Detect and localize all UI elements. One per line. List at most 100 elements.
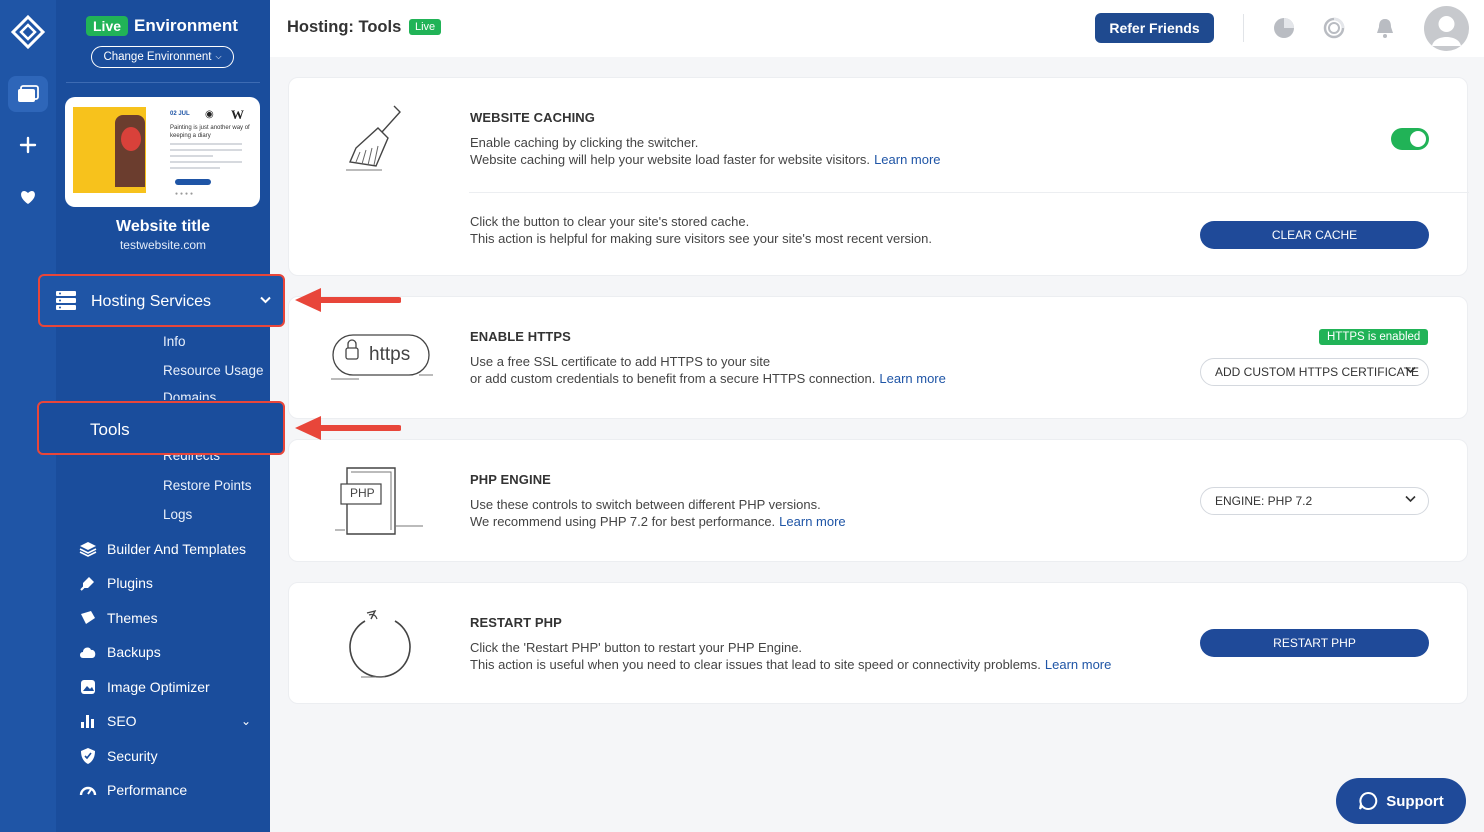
thumbnail-figure	[115, 115, 145, 187]
learn-more-link[interactable]: Learn more	[874, 152, 940, 167]
clear-cache-button[interactable]: CLEAR CACHE	[1200, 221, 1429, 249]
logo-icon[interactable]	[10, 14, 46, 50]
tools-label: Tools	[90, 420, 130, 439]
sidebar-item-builder[interactable]: Builder And Templates	[79, 539, 246, 559]
php-engine-card: PHP PHP ENGINE Use these controls to swi…	[288, 439, 1468, 562]
enable-https-line2: or add custom credentials to benefit fro…	[470, 371, 876, 386]
page-title: Hosting: Tools	[287, 18, 402, 36]
sidebar-item-performance[interactable]: Performance	[79, 780, 187, 800]
php-engine-line2: We recommend using PHP 7.2 for best perf…	[470, 514, 776, 529]
change-environment-button[interactable]: Change Environment ⌵	[91, 46, 234, 68]
restart-php-line1: Click the 'Restart PHP' button to restar…	[470, 640, 803, 655]
sidebar-item-info[interactable]: Info	[163, 334, 186, 349]
broom-icon	[346, 105, 401, 171]
add-icon[interactable]	[8, 127, 48, 163]
sidebar-item-tools[interactable]: Tools	[37, 401, 285, 455]
sites-icon[interactable]	[8, 76, 48, 112]
sidebar-item-resource-usage[interactable]: Resource Usage	[163, 363, 264, 378]
chevron-down-icon	[1405, 365, 1416, 377]
wordpress-icon: W	[231, 107, 244, 122]
clear-cache-description: Click the button to clear your site's st…	[470, 213, 932, 247]
site-title: Website title	[116, 218, 210, 235]
divider	[469, 192, 1469, 193]
support-label: Support	[1386, 792, 1444, 810]
php-illustration-text: PHP	[350, 486, 375, 500]
add-custom-https-label: ADD CUSTOM HTTPS CERTIFICATE	[1215, 365, 1420, 379]
divider	[1243, 14, 1244, 42]
annotation-arrow	[295, 416, 401, 440]
thumbnail-dots: ●●●●	[175, 191, 196, 197]
bar-chart-icon	[79, 712, 97, 730]
shield-icon	[79, 747, 97, 765]
https-status-badge: HTTPS is enabled	[1319, 329, 1429, 345]
sidebar-item-domains[interactable]: Domains	[163, 390, 216, 400]
learn-more-link[interactable]: Learn more	[779, 514, 845, 529]
website-caching-title: WEBSITE CACHING	[470, 110, 595, 125]
restart-php-title: RESTART PHP	[470, 615, 562, 630]
support-button[interactable]: Support	[1336, 778, 1466, 824]
learn-more-link[interactable]: Learn more	[1045, 657, 1111, 672]
sidebar-item-restore-points[interactable]: Restore Points	[163, 478, 252, 493]
enable-https-title: ENABLE HTTPS	[470, 329, 571, 344]
thumbnail-button	[175, 179, 211, 185]
php-engine-title: PHP ENGINE	[470, 472, 551, 487]
php-engine-select[interactable]: ENGINE: PHP 7.2	[1200, 487, 1429, 515]
thumbnail-date: 02 JUL	[170, 111, 190, 117]
live-badge: Live	[86, 16, 129, 36]
thumbnail-flower	[121, 127, 141, 151]
refer-friends-button[interactable]: Refer Friends	[1095, 13, 1214, 43]
chevron-down-icon	[1405, 494, 1416, 506]
environment-text: Environment	[134, 16, 238, 35]
seo-chevron-down-icon[interactable]: ⌄	[241, 714, 251, 728]
layers-icon	[79, 540, 97, 558]
chat-icon	[1359, 791, 1378, 810]
php-engine-line1: Use these controls to switch between dif…	[470, 497, 821, 512]
sidebar-item-logs[interactable]: Logs	[163, 507, 192, 522]
sidebar-item-image-optimizer[interactable]: Image Optimizer	[79, 677, 210, 697]
site-thumbnail[interactable]: 02 JUL ◉ W Painting is just another way …	[65, 97, 260, 207]
sidebar-item-seo[interactable]: SEO	[79, 711, 137, 731]
sidebar-item-seo-label: SEO	[107, 713, 137, 729]
top-header: Hosting: Tools Live Refer Friends	[270, 0, 1484, 57]
heart-icon[interactable]	[8, 179, 48, 215]
restart-php-line2: This action is useful when you need to c…	[470, 657, 1041, 672]
sidebar-item-security-label: Security	[107, 748, 158, 764]
thumbnail-heading: Painting is just another way of keeping …	[170, 125, 250, 139]
website-caching-line2-wrap: Website caching will help your website l…	[470, 151, 941, 168]
pie-chart-icon[interactable]	[1272, 16, 1296, 40]
restart-php-description: Click the 'Restart PHP' button to restar…	[470, 639, 1111, 673]
php-engine-description: Use these controls to switch between dif…	[470, 496, 846, 530]
restart-icon	[349, 609, 411, 678]
learn-more-link[interactable]: Learn more	[879, 371, 945, 386]
php-file-icon	[335, 467, 423, 535]
spinner-icon[interactable]	[1322, 16, 1346, 40]
php-engine-select-value: ENGINE: PHP 7.2	[1215, 494, 1313, 508]
clear-cache-line1: Click the button to clear your site's st…	[470, 214, 750, 229]
avatar[interactable]	[1424, 6, 1469, 51]
eye-icon: ◉	[205, 109, 214, 120]
sidebar-item-hosting-services[interactable]: Hosting Services	[38, 274, 285, 327]
bell-icon[interactable]	[1373, 16, 1397, 40]
server-icon	[56, 291, 76, 310]
enable-https-line2-wrap: or add custom credentials to benefit fro…	[470, 370, 946, 387]
speedometer-icon	[79, 781, 97, 799]
sidebar-item-themes[interactable]: Themes	[79, 608, 158, 628]
environment-label: Live Environment	[86, 16, 238, 36]
restart-php-card: RESTART PHP Click the 'Restart PHP' butt…	[288, 582, 1468, 704]
sidebar-item-backups[interactable]: Backups	[79, 642, 161, 662]
hosting-services-label: Hosting Services	[91, 293, 212, 310]
https-illustration-text: https	[369, 344, 411, 365]
add-custom-https-certificate-dropdown[interactable]: ADD CUSTOM HTTPS CERTIFICATE	[1200, 358, 1429, 386]
caching-toggle[interactable]	[1391, 128, 1429, 150]
sidebar-item-security[interactable]: Security	[79, 746, 158, 766]
divider	[66, 82, 260, 83]
image-icon	[79, 678, 97, 696]
annotation-arrow	[295, 288, 401, 312]
restart-php-button[interactable]: RESTART PHP	[1200, 629, 1429, 657]
clear-cache-line2: This action is helpful for making sure v…	[470, 231, 932, 246]
website-caching-line2: Website caching will help your website l…	[470, 152, 871, 167]
chevron-down-icon	[260, 293, 271, 307]
enable-https-description: Use a free SSL certificate to add HTTPS …	[470, 353, 946, 387]
site-url[interactable]: testwebsite.com	[56, 238, 270, 252]
sidebar-item-plugins[interactable]: Plugins	[79, 573, 153, 593]
